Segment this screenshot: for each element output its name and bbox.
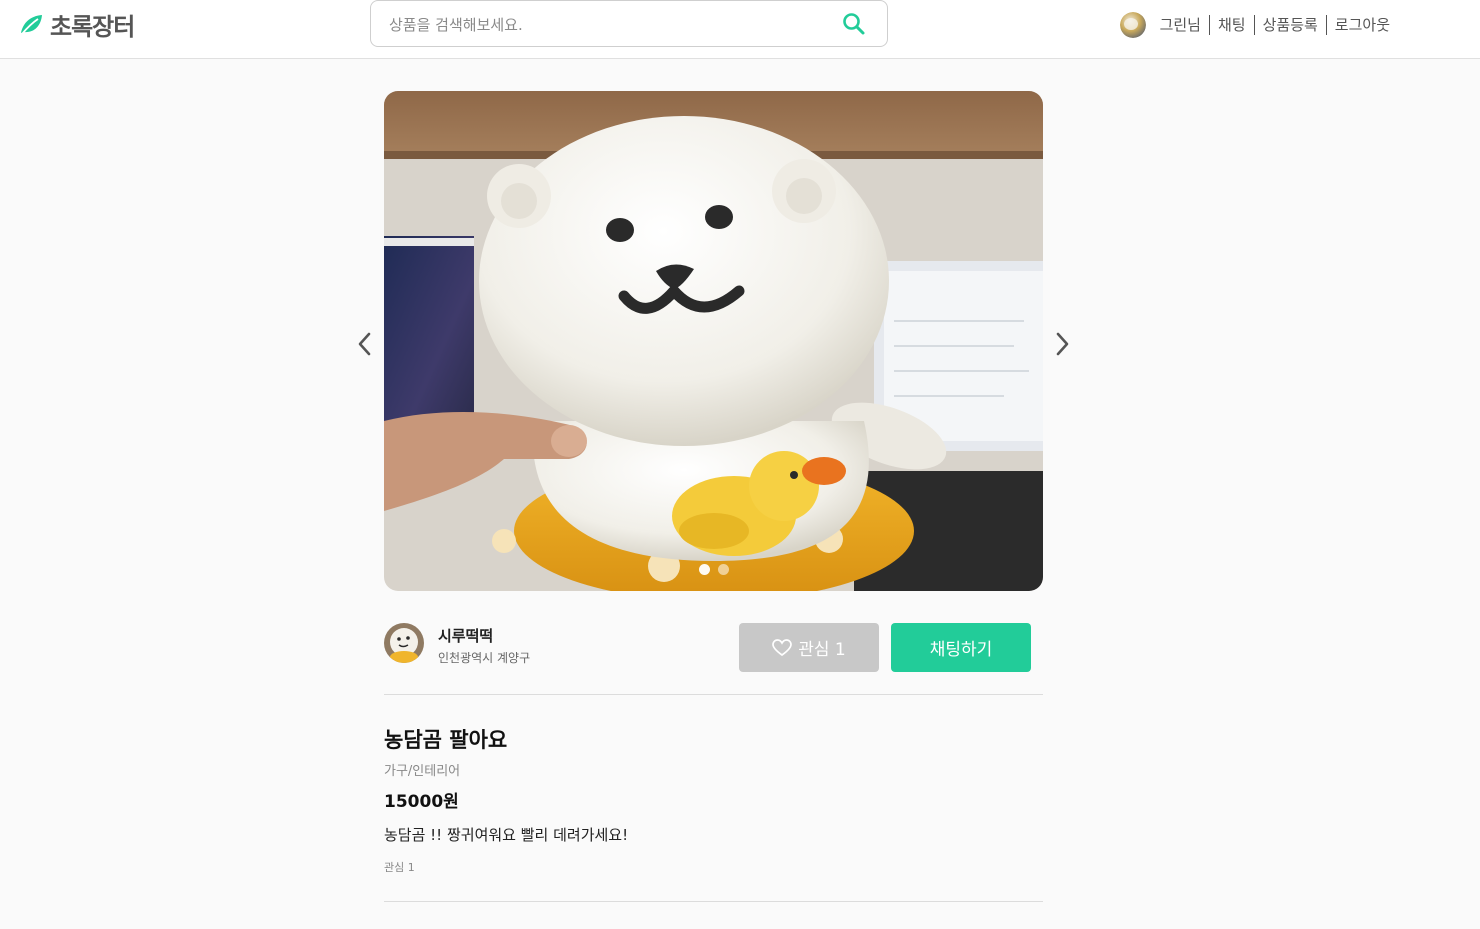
product-image-carousel[interactable] — [384, 91, 1043, 591]
user-avatar[interactable] — [1119, 12, 1146, 38]
header: 초록장터 그린님 — [0, 0, 1480, 59]
logo-text: 초록장터 — [50, 12, 135, 41]
carousel-prev-button[interactable] — [354, 330, 376, 358]
nav-chat[interactable]: 채팅 — [1210, 14, 1254, 36]
heart-icon — [772, 638, 793, 656]
user-nav: 그린님 채팅 상품등록 로그아웃 — [1119, 11, 1398, 39]
product-photo — [384, 91, 1043, 591]
divider — [384, 694, 1043, 695]
search-input[interactable] — [387, 11, 821, 39]
carousel-indicators — [384, 564, 1043, 575]
seller-avatar[interactable] — [384, 623, 424, 663]
product-title: 농담곰 팔아요 — [384, 728, 508, 752]
search-bar — [370, 0, 888, 47]
product-price: 15000원 — [384, 792, 459, 812]
chevron-right-icon — [1056, 332, 1069, 356]
leaf-icon — [21, 15, 42, 35]
chevron-left-icon — [358, 332, 371, 356]
product-likes-count: 관심 1 — [384, 861, 415, 874]
like-button-label: 관심 1 — [798, 640, 846, 660]
logo[interactable]: 초록장터 — [18, 8, 135, 41]
chat-button-label: 채팅하기 — [929, 640, 993, 660]
search-button[interactable] — [841, 11, 867, 37]
product-description: 농담곰 !! 짱귀여워요 빨리 데려가세요! — [384, 826, 629, 844]
nav-register-product[interactable]: 상품등록 — [1255, 14, 1326, 36]
seller-location: 인천광역시 계양구 — [438, 651, 531, 665]
nav-logout[interactable]: 로그아웃 — [1327, 14, 1398, 36]
chat-button[interactable]: 채팅하기 — [891, 623, 1031, 672]
search-icon — [843, 13, 865, 35]
seller-name[interactable]: 시루떡떡 — [438, 625, 493, 646]
product-category[interactable]: 가구/인테리어 — [384, 760, 460, 779]
seller-info: 시루떡떡 인천광역시 계양구 관심 1 채팅하기 — [384, 623, 1043, 673]
carousel-dot-2[interactable] — [717, 564, 729, 575]
carousel-dot-1[interactable] — [698, 564, 710, 575]
divider — [384, 901, 1043, 902]
nav-user-name[interactable]: 그린님 — [1152, 14, 1209, 36]
carousel-next-button[interactable] — [1051, 330, 1073, 358]
like-button[interactable]: 관심 1 — [739, 623, 879, 672]
